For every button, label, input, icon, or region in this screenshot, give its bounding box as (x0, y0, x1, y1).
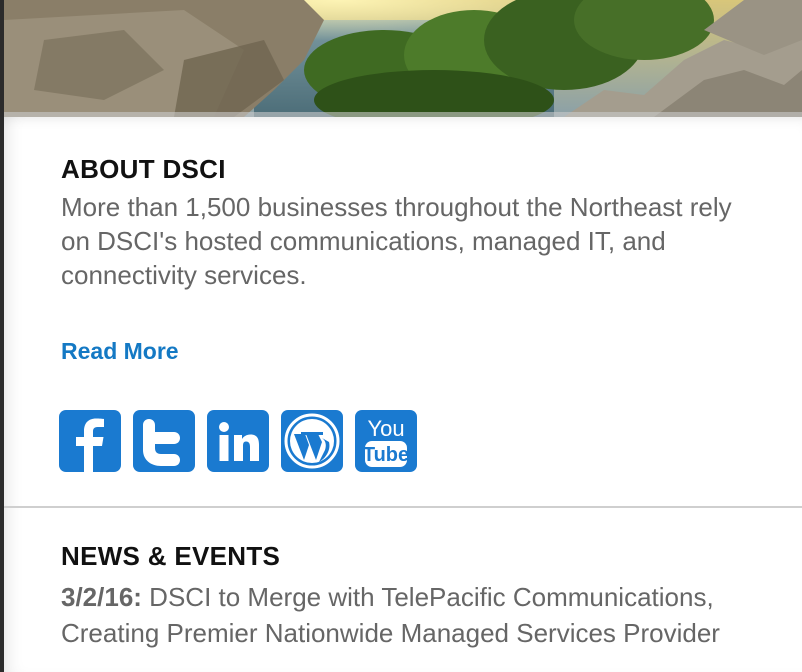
content-card: ABOUT DSCI More than 1,500 businesses th… (4, 117, 802, 672)
linkedin-icon (219, 422, 259, 461)
about-description: More than 1,500 businesses throughout th… (61, 192, 732, 290)
twitter-button[interactable] (133, 410, 195, 472)
page: ABOUT DSCI More than 1,500 businesses th… (0, 0, 802, 672)
social-links: You Tube (59, 410, 417, 472)
wordpress-button[interactable] (281, 410, 343, 472)
read-more-link[interactable]: Read More (61, 338, 179, 365)
youtube-you-label: You (367, 416, 404, 441)
youtube-button[interactable]: You Tube (355, 410, 417, 472)
linkedin-button[interactable] (207, 410, 269, 472)
youtube-icon: You Tube (363, 416, 409, 467)
facebook-icon (76, 418, 104, 472)
facebook-button[interactable] (59, 410, 121, 472)
wordpress-icon (284, 413, 340, 469)
about-heading: ABOUT DSCI (61, 154, 226, 184)
hero-banner-image (4, 0, 802, 117)
youtube-tube-label: Tube (363, 444, 409, 466)
news-date: 3/2/16: (61, 582, 142, 612)
section-divider (4, 506, 802, 508)
twitter-icon (143, 419, 180, 466)
news-headline: DSCI to Merge with TelePacific Communica… (61, 582, 720, 648)
news-item[interactable]: 3/2/16: DSCI to Merge with TelePacific C… (61, 579, 741, 651)
news-heading: NEWS & EVENTS (61, 541, 281, 571)
